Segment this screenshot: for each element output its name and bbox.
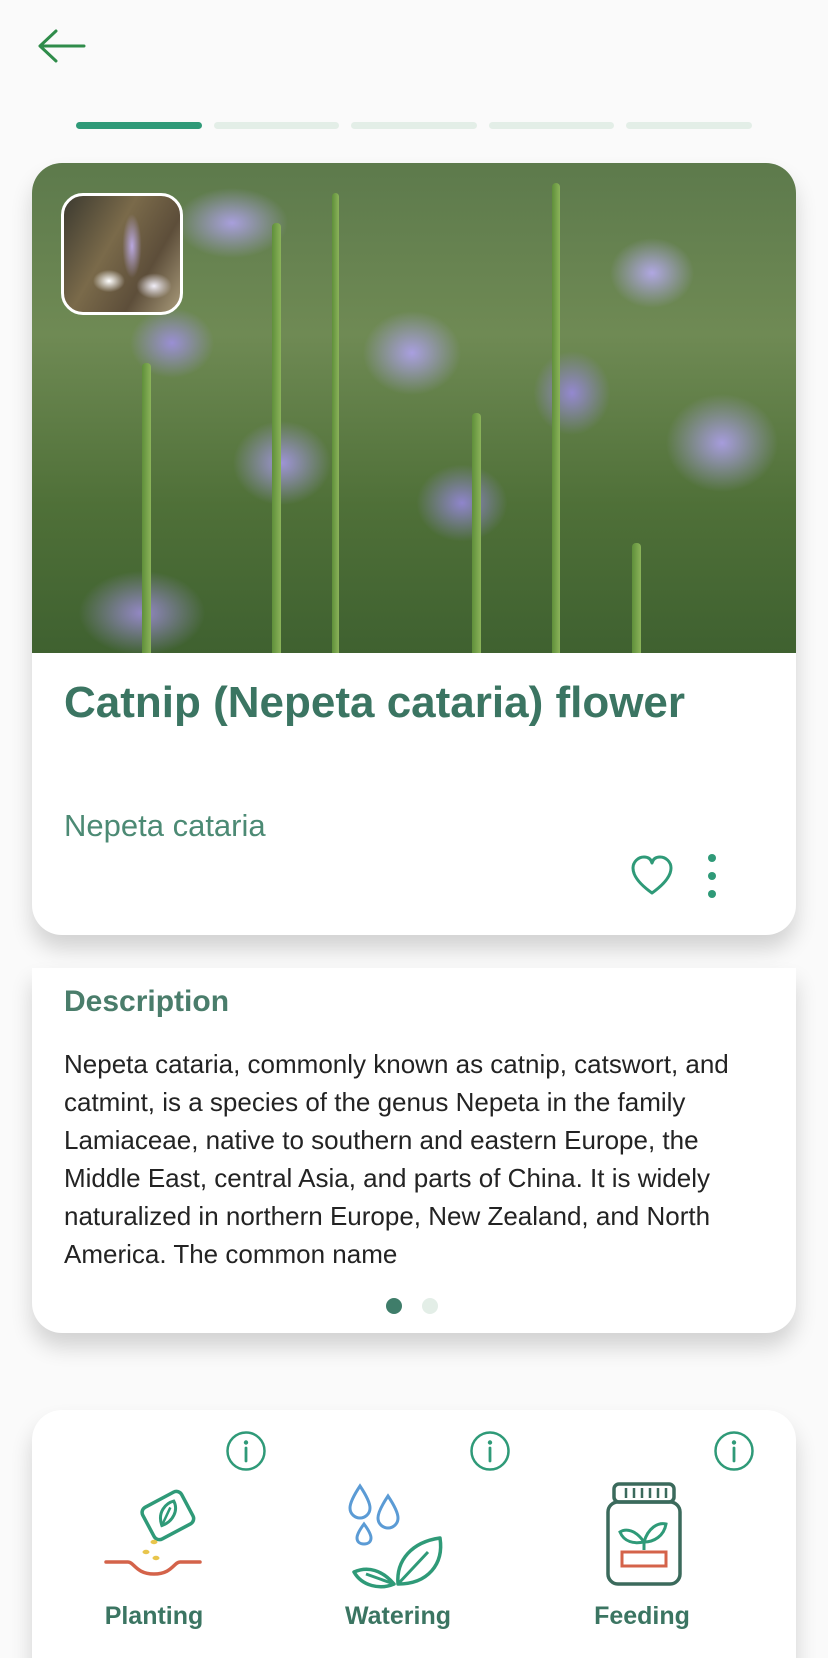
- progress-segment: [213, 122, 340, 129]
- more-options-button[interactable]: [700, 854, 724, 898]
- heart-outline-icon: [631, 855, 673, 895]
- care-item-feeding[interactable]: Feeding: [520, 1410, 764, 1658]
- back-button[interactable]: [36, 24, 92, 68]
- plant-scientific-name: Nepeta cataria: [64, 808, 266, 843]
- care-label-planting: Planting: [104, 1602, 204, 1630]
- progress-segment: [76, 122, 202, 129]
- description-card: Description Nepeta cataria, commonly kno…: [32, 968, 796, 1333]
- care-item-planting[interactable]: Planting: [32, 1410, 276, 1658]
- info-icon[interactable]: [469, 1430, 511, 1472]
- description-heading: Description: [64, 985, 230, 1018]
- care-card: Planting Watering Feeding: [32, 1410, 796, 1658]
- info-icon[interactable]: [225, 1430, 267, 1472]
- description-text: Nepeta cataria, commonly known as catnip…: [64, 1049, 729, 1269]
- story-progress: [76, 122, 752, 130]
- planting-icon: [104, 1489, 202, 1576]
- care-item-watering[interactable]: Watering: [276, 1410, 520, 1658]
- page-dot-active[interactable]: [386, 1298, 402, 1314]
- progress-segment: [626, 122, 752, 129]
- progress-segment: [351, 122, 477, 129]
- care-label-watering: Watering: [344, 1602, 452, 1630]
- page-dot[interactable]: [422, 1298, 438, 1314]
- plant-card: Catnip (Nepeta cataria) flower Nepeta ca…: [32, 163, 796, 935]
- more-vertical-icon: [708, 854, 716, 898]
- plant-title: Catnip (Nepeta cataria) flower: [64, 678, 686, 727]
- plant-thumbnail[interactable]: [61, 193, 183, 315]
- favorite-button[interactable]: [630, 854, 674, 898]
- page-indicator: [386, 1298, 438, 1314]
- info-icon[interactable]: [713, 1430, 755, 1472]
- plant-photo: [32, 163, 796, 653]
- watering-icon: [348, 1483, 443, 1589]
- care-label-feeding: Feeding: [594, 1602, 690, 1630]
- arrow-left-icon: [38, 29, 86, 63]
- feeding-icon: [606, 1482, 682, 1586]
- progress-segment: [488, 122, 615, 129]
